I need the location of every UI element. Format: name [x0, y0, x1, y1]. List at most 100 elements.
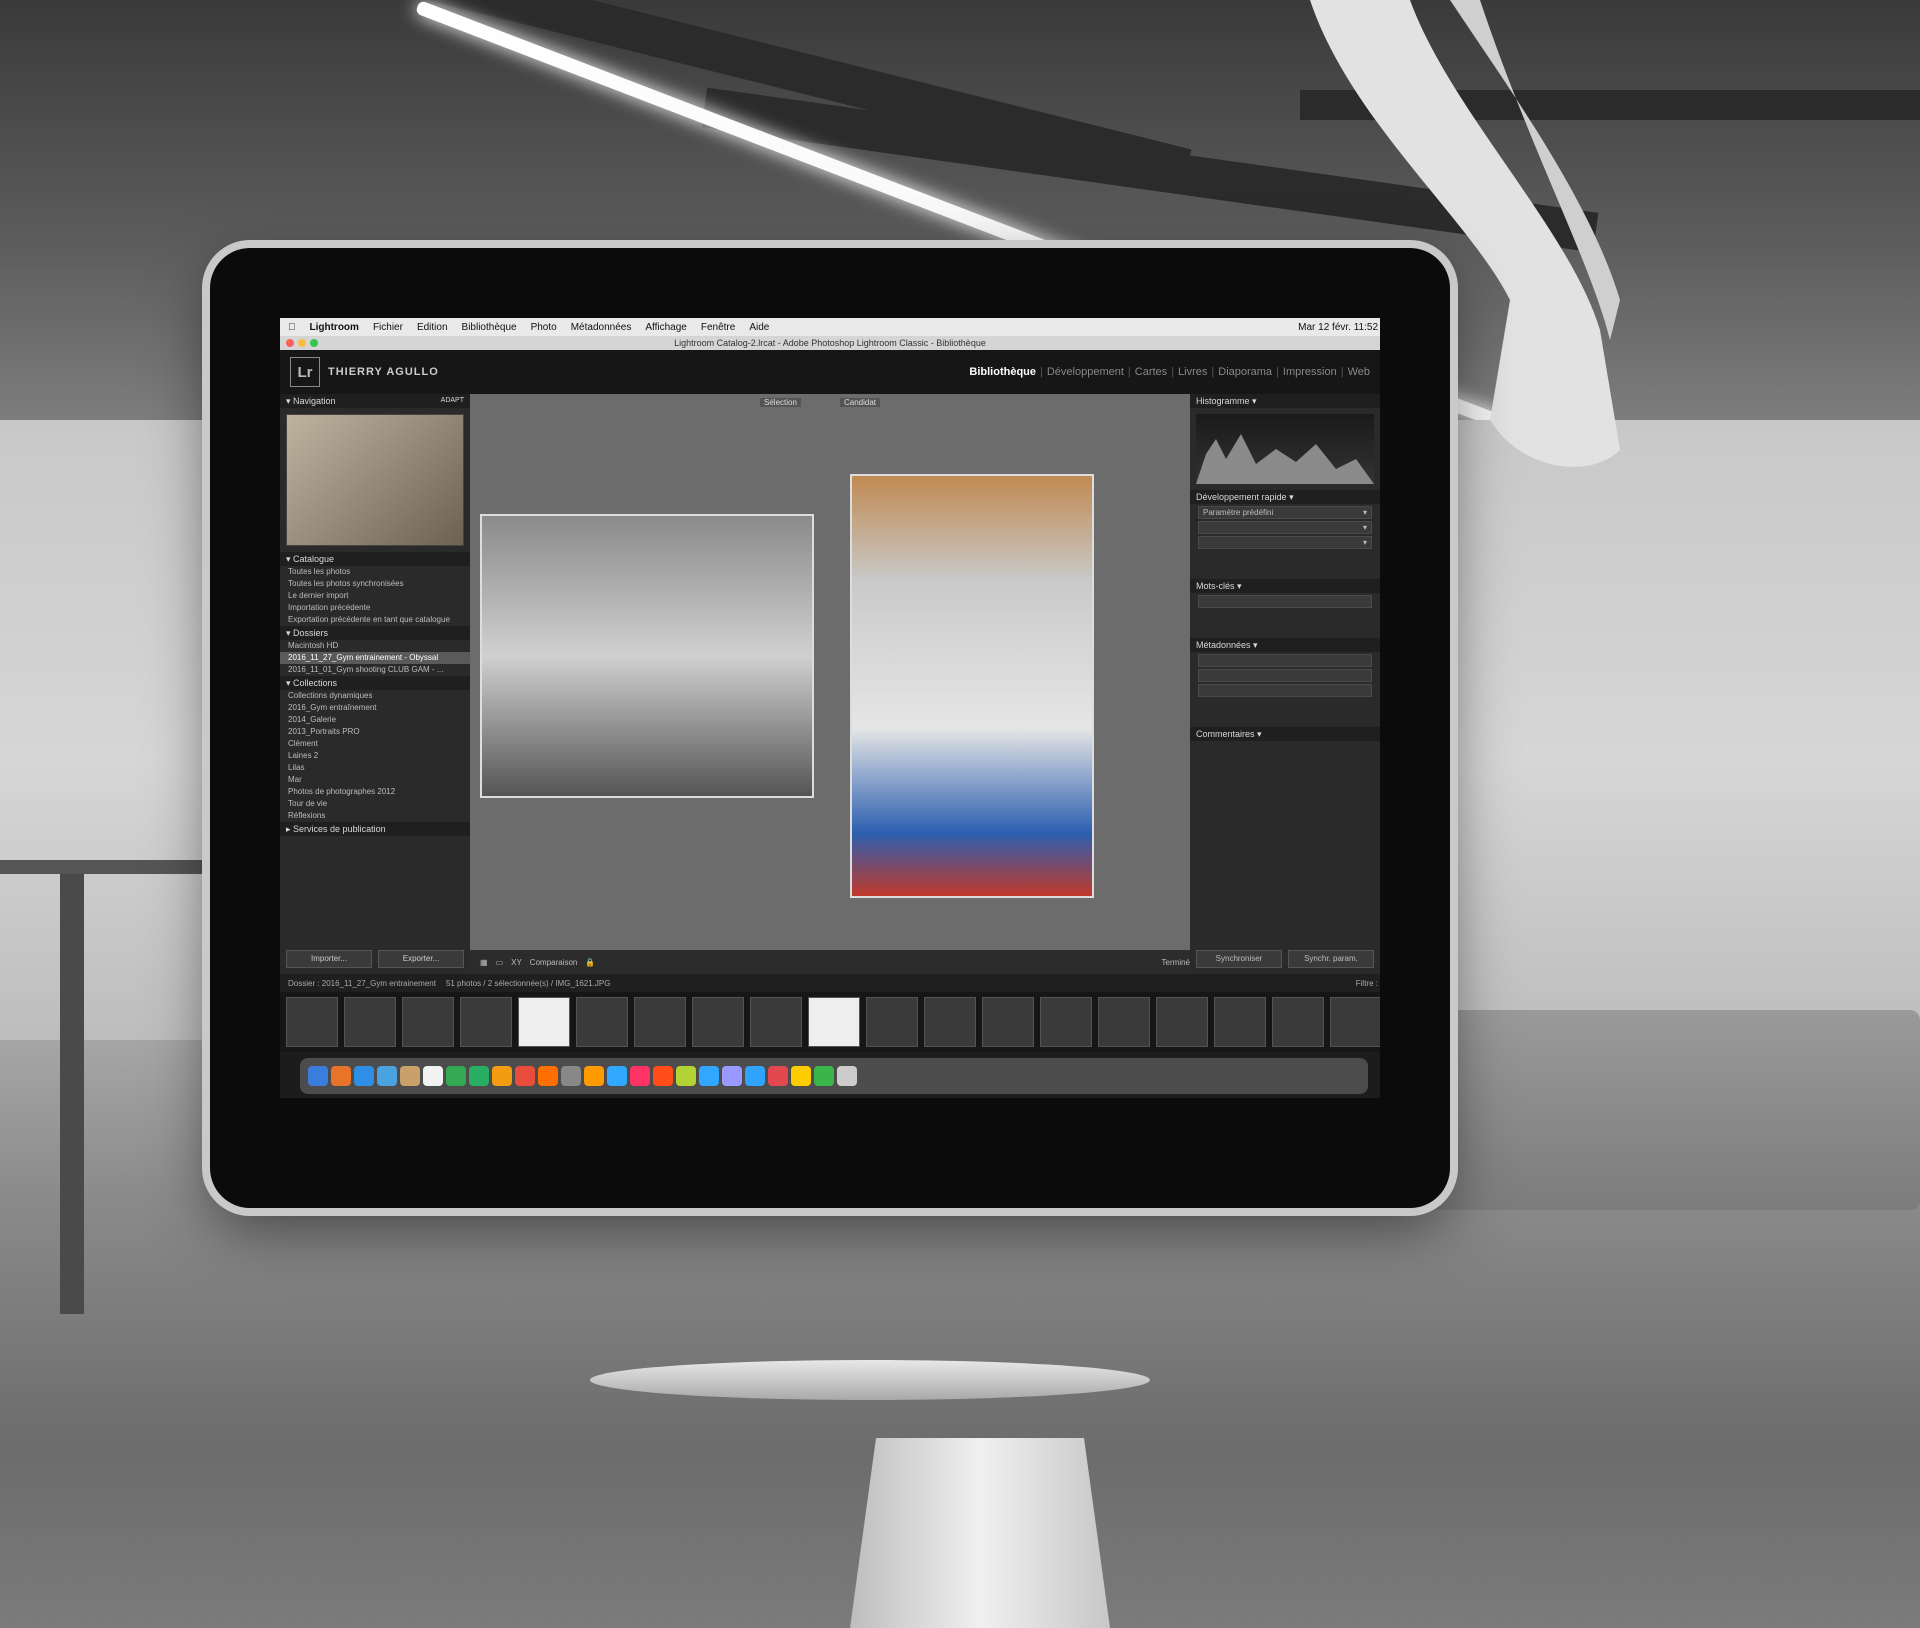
film-thumb[interactable] — [576, 997, 628, 1047]
module-book[interactable]: Livres — [1178, 366, 1207, 378]
sync-settings-button[interactable]: Synchr. param. — [1288, 950, 1374, 968]
menu-view[interactable]: Affichage — [645, 322, 687, 333]
keynote-icon[interactable] — [492, 1066, 512, 1086]
catalog-header[interactable]: ▾ Catalogue — [280, 552, 470, 566]
compare-view-icon[interactable]: XY — [511, 958, 522, 967]
keywords-field[interactable] — [1198, 595, 1372, 608]
catalog-item[interactable]: Importation précédente — [280, 602, 470, 614]
collections-header[interactable]: ▾ Collections — [280, 676, 470, 690]
character-animator-icon[interactable] — [745, 1066, 765, 1086]
collection-item[interactable]: Lilas — [280, 762, 470, 774]
chrome-icon[interactable] — [446, 1066, 466, 1086]
catalog-item[interactable]: Toutes les photos synchronisées — [280, 578, 470, 590]
muse-icon[interactable] — [676, 1066, 696, 1086]
safari-icon[interactable] — [354, 1066, 374, 1086]
film-thumb[interactable] — [808, 997, 860, 1047]
collection-item[interactable]: Mar — [280, 774, 470, 786]
notes-icon[interactable] — [400, 1066, 420, 1086]
calendar-icon[interactable] — [423, 1066, 443, 1086]
collection-item[interactable]: Tour de vie — [280, 798, 470, 810]
film-thumb[interactable] — [634, 997, 686, 1047]
menu-window[interactable]: Fenêtre — [701, 322, 735, 333]
candidate-photo[interactable] — [850, 474, 1094, 898]
menu-app[interactable]: Lightroom — [310, 322, 359, 333]
catalog-item[interactable]: Toutes les photos — [280, 566, 470, 578]
trash-icon[interactable] — [837, 1066, 857, 1086]
catalog-item[interactable]: Exportation précédente en tant que catal… — [280, 614, 470, 626]
sync-button[interactable]: Synchroniser — [1196, 950, 1282, 968]
animate-icon[interactable] — [653, 1066, 673, 1086]
export-button[interactable]: Exporter... — [378, 950, 464, 968]
import-button[interactable]: Importer... — [286, 950, 372, 968]
film-thumb[interactable] — [460, 997, 512, 1047]
film-thumb[interactable] — [518, 997, 570, 1047]
module-develop[interactable]: Développement — [1047, 366, 1124, 378]
photoshop-icon[interactable] — [607, 1066, 627, 1086]
mail-icon[interactable] — [377, 1066, 397, 1086]
music-icon[interactable] — [515, 1066, 535, 1086]
premiere-icon[interactable] — [722, 1066, 742, 1086]
histogram-header[interactable]: Histogramme ▾ — [1190, 394, 1380, 408]
zoom-icon[interactable] — [310, 339, 318, 347]
module-web[interactable]: Web — [1348, 366, 1370, 378]
folder-volume[interactable]: Macintosh HD — [280, 640, 470, 652]
metadata-header[interactable]: Métadonnées ▾ — [1190, 638, 1380, 652]
folder-item[interactable]: 2016_11_01_Gym shooting CLUB GAM - ... — [280, 664, 470, 676]
loupe-view-icon[interactable]: ▭ — [496, 958, 504, 967]
filmstrip-folder[interactable]: Dossier : 2016_11_27_Gym entrainement — [288, 979, 436, 988]
acrobat-icon[interactable] — [768, 1066, 788, 1086]
menu-metadata[interactable]: Métadonnées — [571, 322, 632, 333]
module-map[interactable]: Cartes — [1135, 366, 1167, 378]
collection-item[interactable]: Clément — [280, 738, 470, 750]
collection-item[interactable]: 2016_Gym entraînement — [280, 702, 470, 714]
menu-photo[interactable]: Photo — [531, 322, 557, 333]
film-thumb[interactable] — [402, 997, 454, 1047]
quick-develop-field[interactable]: ▾ — [1198, 521, 1372, 534]
collection-item[interactable]: 2013_Portraits PRO — [280, 726, 470, 738]
quick-develop-header[interactable]: Développement rapide ▾ — [1190, 490, 1380, 504]
quick-develop-field[interactable]: ▾ — [1198, 536, 1372, 549]
film-thumb[interactable] — [1098, 997, 1150, 1047]
folder-item[interactable]: 2016_11_27_Gym entrainement - Obyssal — [280, 652, 470, 664]
film-thumb[interactable] — [750, 997, 802, 1047]
collection-item[interactable]: 2014_Galerie — [280, 714, 470, 726]
module-library[interactable]: Bibliothèque — [969, 366, 1036, 378]
select-photo[interactable] — [480, 514, 814, 798]
bridge-icon[interactable] — [791, 1066, 811, 1086]
metadata-field[interactable] — [1198, 654, 1372, 667]
collection-item[interactable]: Laines 2 — [280, 750, 470, 762]
film-thumb[interactable] — [1040, 997, 1092, 1047]
navigator-zoom[interactable]: ADAPT — [441, 394, 470, 408]
film-thumb[interactable] — [982, 997, 1034, 1047]
spotify-icon[interactable] — [814, 1066, 834, 1086]
film-thumb[interactable] — [1214, 997, 1266, 1047]
film-thumb[interactable] — [924, 997, 976, 1047]
film-thumb[interactable] — [286, 997, 338, 1047]
publish-header[interactable]: ▸ Services de publication — [280, 822, 470, 836]
navigator-header[interactable]: ▾ Navigation ADAPT — [280, 394, 470, 408]
film-thumb[interactable] — [1156, 997, 1208, 1047]
finder-icon[interactable] — [308, 1066, 328, 1086]
lightroom-icon[interactable] — [699, 1066, 719, 1086]
collection-item[interactable]: Photos de photographes 2012 — [280, 786, 470, 798]
module-print[interactable]: Impression — [1283, 366, 1337, 378]
lock-icon[interactable]: 🔒 — [585, 958, 595, 967]
menu-library[interactable]: Bibliothèque — [462, 322, 517, 333]
menu-file[interactable]: Fichier — [373, 322, 403, 333]
firefox-icon[interactable] — [331, 1066, 351, 1086]
filter-label[interactable]: Filtre : — [1356, 979, 1380, 988]
keywords-header[interactable]: Mots-clés ▾ — [1190, 579, 1380, 593]
navigator-preview[interactable] — [286, 414, 464, 546]
vlc-icon[interactable] — [538, 1066, 558, 1086]
metadata-field[interactable] — [1198, 684, 1372, 697]
minimize-icon[interactable] — [298, 339, 306, 347]
film-thumb[interactable] — [1272, 997, 1324, 1047]
film-thumb[interactable] — [692, 997, 744, 1047]
film-thumb[interactable] — [1330, 997, 1380, 1047]
collection-item[interactable]: Collections dynamiques — [280, 690, 470, 702]
close-icon[interactable] — [286, 339, 294, 347]
catalog-item[interactable]: Le dernier import — [280, 590, 470, 602]
module-slideshow[interactable]: Diaporama — [1218, 366, 1272, 378]
indesign-icon[interactable] — [630, 1066, 650, 1086]
grid-view-icon[interactable]: ▦ — [480, 958, 488, 967]
